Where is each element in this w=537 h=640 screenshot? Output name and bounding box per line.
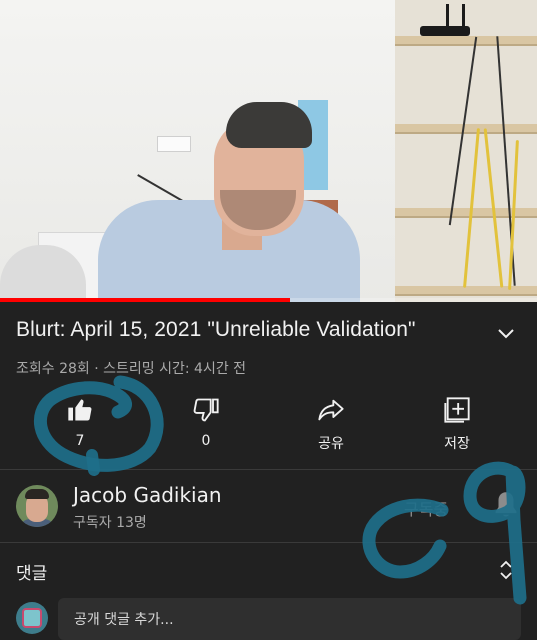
subscribe-button[interactable]: 구독중	[404, 496, 448, 520]
comments-title[interactable]: 댓글	[16, 559, 47, 584]
bell-icon[interactable]	[492, 490, 520, 520]
share-button[interactable]: 공유	[291, 396, 371, 458]
divider	[0, 542, 537, 543]
video-router-antenna	[446, 4, 449, 28]
video-outlet	[157, 136, 191, 152]
video-progress-fill	[0, 298, 290, 302]
video-player[interactable]	[0, 0, 537, 302]
like-button[interactable]: 7	[40, 396, 120, 458]
thumbs-down-icon	[193, 398, 219, 422]
user-avatar	[16, 602, 48, 634]
video-shelf	[395, 36, 537, 46]
video-person-hair	[226, 102, 312, 148]
thumbs-up-icon	[68, 399, 92, 421]
user-avatar-image	[22, 608, 42, 628]
avatar-hair	[25, 489, 49, 499]
video-router-antenna	[462, 4, 465, 28]
video-shelf	[395, 124, 537, 134]
unfold-icon[interactable]	[496, 558, 516, 582]
dislike-count: 0	[201, 433, 211, 449]
divider	[0, 469, 537, 470]
like-count: 7	[75, 433, 85, 449]
video-title[interactable]: Blurt: April 15, 2021 "Unreliable Valida…	[16, 318, 416, 342]
channel-name[interactable]: Jacob Gadikian	[73, 483, 222, 507]
video-meta: 조회수 28회 · 스트리밍 시간: 4시간 전	[16, 361, 247, 377]
comment-input[interactable]: 공개 댓글 추가...	[58, 598, 521, 640]
share-icon	[318, 399, 344, 421]
dislike-button[interactable]: 0	[166, 396, 246, 458]
video-shelf	[395, 208, 537, 218]
save-button[interactable]: 저장	[417, 396, 497, 458]
channel-avatar[interactable]	[16, 485, 58, 527]
save-icon	[444, 397, 470, 423]
video-shelf	[395, 286, 537, 296]
chevron-down-icon[interactable]	[494, 322, 518, 346]
video-progress-bar[interactable]	[0, 298, 537, 302]
subscriber-count: 구독자 13명	[73, 515, 147, 531]
share-label: 공유	[318, 436, 344, 452]
save-label: 저장	[444, 436, 470, 452]
